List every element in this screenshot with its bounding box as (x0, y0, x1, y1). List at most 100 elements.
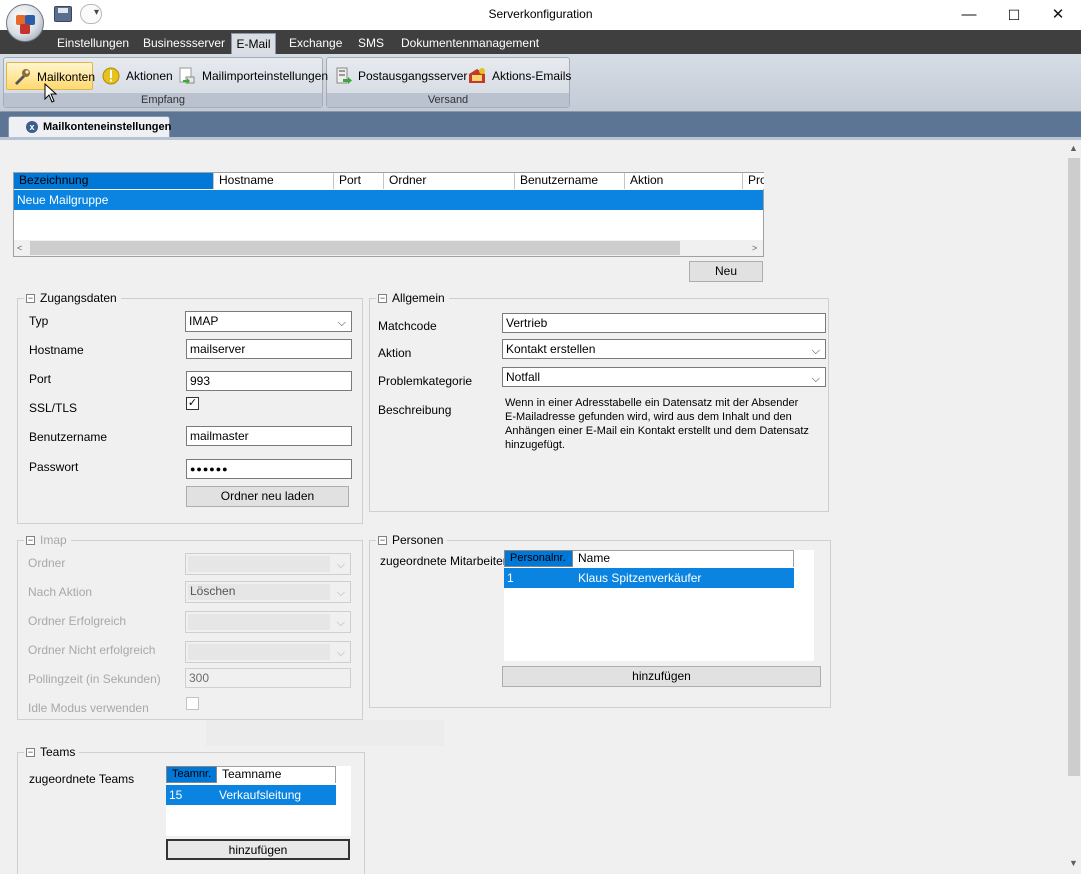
ordner-value (188, 556, 330, 572)
tab-dokumentenmanagement[interactable]: Dokumentenmanagement (401, 36, 539, 50)
vertical-scrollbar-thumb[interactable] (1068, 158, 1080, 776)
group-title-text: Personen (392, 533, 444, 547)
typ-select[interactable]: IMAP ⌵ (185, 311, 352, 332)
table-row[interactable]: Neue Mailgruppe (14, 190, 763, 210)
aktions-emails-button[interactable]: Aktions-Emails (462, 62, 572, 90)
tab-sms[interactable]: SMS (358, 36, 384, 50)
hostname-field[interactable]: mailserver (186, 339, 352, 359)
chevron-down-icon: ⌵ (336, 587, 345, 599)
column-header-benutzername[interactable]: Benutzername (515, 173, 625, 189)
pollingzeit-label: Pollingzeit (in Sekunden) (28, 672, 161, 686)
column-header-ordner[interactable]: Ordner (384, 173, 515, 189)
ordner-neu-laden-button[interactable]: Ordner neu laden (186, 486, 349, 507)
pollingzeit-field[interactable]: 300 (185, 668, 351, 688)
accounts-grid[interactable]: Bezeichnung Hostname Port Ordner Benutze… (13, 172, 764, 257)
problemkategorie-select[interactable]: Notfall ⌵ (502, 367, 826, 387)
column-header-hostname[interactable]: Hostname (214, 173, 334, 189)
teams-grid[interactable]: Teamnr. Teamname 15 Verkaufsleitung (166, 766, 351, 836)
ordner-label: Ordner (28, 556, 66, 570)
mailkonten-label: Mailkonten (37, 70, 96, 84)
aktions-emails-label: Aktions-Emails (492, 69, 572, 83)
teams-hinzufuegen-button[interactable]: hinzufügen (166, 839, 350, 860)
ssl-checkbox[interactable]: ✓ (186, 397, 199, 410)
mail-import-icon (179, 67, 195, 84)
ordner-select[interactable]: ⌵ (185, 553, 351, 575)
hostname-label: Hostname (29, 343, 84, 357)
collapse-icon[interactable]: − (26, 536, 35, 546)
app-logo-icon-part (20, 24, 30, 34)
group-title-allgemein[interactable]: − Allgemein (376, 291, 449, 305)
scroll-right-icon[interactable]: > (752, 243, 757, 253)
scroll-down-icon[interactable]: ▼ (1069, 858, 1078, 868)
scroll-up-icon[interactable]: ▲ (1069, 143, 1078, 153)
window-title: Serverkonfiguration (488, 7, 593, 21)
horizontal-scrollbar-thumb[interactable] (30, 241, 680, 255)
column-header-port[interactable]: Port (334, 173, 384, 189)
port-label: Port (29, 372, 52, 386)
aktionen-button[interactable]: Aktionen (96, 62, 173, 90)
aktion-select[interactable]: Kontakt erstellen ⌵ (502, 339, 826, 359)
mailimporteinstellungen-button[interactable]: Mailimporteinstellungen (172, 62, 328, 90)
mouse-cursor-icon (44, 83, 58, 103)
ordner-nicht-erfolgreich-value (188, 644, 330, 660)
idle-modus-checkbox[interactable] (186, 697, 199, 710)
group-title-imap[interactable]: − Imap (24, 533, 71, 547)
table-cell-bezeichnung: Neue Mailgruppe (17, 193, 109, 207)
column-header-teamname[interactable]: Teamname (217, 766, 336, 783)
ordner-erfolgreich-select[interactable]: ⌵ (185, 611, 351, 633)
column-header-problemkategorie[interactable]: Prol (743, 173, 764, 189)
benutzername-field[interactable]: mailmaster (186, 426, 352, 446)
close-button[interactable]: ✕ (1035, 0, 1081, 30)
new-account-button[interactable]: Neu (689, 261, 763, 282)
outgoing-server-icon (336, 67, 352, 84)
aktion-label: Aktion (378, 346, 412, 360)
group-title-zugangsdaten[interactable]: − Zugangsdaten (24, 291, 121, 305)
table-row[interactable]: 1 Klaus Spitzenverkäufer (504, 568, 794, 588)
personen-hinzufuegen-button[interactable]: hinzufügen (502, 666, 821, 687)
matchcode-label: Matchcode (378, 319, 437, 333)
postausgangsserver-label: Postausgangsserver (358, 69, 468, 83)
application-menu-orb[interactable] (6, 4, 44, 42)
column-header-name[interactable]: Name (573, 550, 794, 567)
passwort-field[interactable]: ●●●●●● (186, 459, 352, 479)
passwort-label: Passwort (29, 460, 79, 474)
mailimporteinstellungen-label: Mailimporteinstellungen (202, 69, 329, 83)
collapse-icon[interactable]: − (378, 294, 387, 304)
personen-grid[interactable]: Personalnr. Name 1 Klaus Spitzenverkäufe… (504, 550, 814, 661)
beschreibung-label: Beschreibung (378, 403, 452, 417)
scroll-left-icon[interactable]: < (17, 243, 22, 253)
beschreibung-line: hinzugefügt. (505, 439, 565, 451)
collapse-icon[interactable]: − (26, 294, 35, 304)
nach-aktion-select[interactable]: Löschen ⌵ (185, 581, 351, 603)
tab-close-icon[interactable]: x (26, 121, 38, 133)
column-header-bezeichnung[interactable]: Bezeichnung (14, 173, 214, 189)
problemkategorie-value: Notfall (506, 370, 541, 384)
ordner-erfolgreich-label: Ordner Erfolgreich (28, 614, 127, 628)
group-title-text: Teams (40, 745, 76, 759)
warning-icon (102, 67, 120, 85)
ordner-nicht-erfolgreich-select[interactable]: ⌵ (185, 641, 351, 663)
tab-businessserver[interactable]: Businessserver (143, 36, 225, 50)
ordner-erfolgreich-value (188, 614, 330, 630)
table-cell-personalnr: 1 (507, 571, 514, 585)
maximize-button[interactable]: ☐ (991, 0, 1037, 30)
table-row[interactable]: 15 Verkaufsleitung (166, 785, 336, 805)
collapse-icon[interactable]: − (378, 536, 387, 546)
minimize-button[interactable]: — (946, 0, 992, 30)
nach-aktion-value: Löschen (188, 584, 330, 600)
tab-einstellungen[interactable]: Einstellungen (57, 36, 129, 50)
matchcode-field[interactable]: Vertrieb (502, 313, 826, 333)
collapse-icon[interactable]: − (26, 748, 35, 758)
tab-email[interactable]: E-Mail (231, 33, 276, 55)
postausgangsserver-button[interactable]: Postausgangsserver (328, 62, 467, 90)
column-header-personalnr[interactable]: Personalnr. (504, 550, 573, 567)
tab-exchange[interactable]: Exchange (289, 36, 342, 50)
column-header-aktion[interactable]: Aktion (625, 173, 743, 189)
ssl-label: SSL/TLS (29, 401, 78, 415)
port-field[interactable]: 993 (186, 371, 352, 391)
beschreibung-line: Wenn in einer Adresstabelle ein Datensat… (505, 397, 799, 409)
group-title-personen[interactable]: − Personen (376, 533, 448, 547)
column-header-teamnr[interactable]: Teamnr. (166, 766, 217, 783)
group-title-text: Allgemein (392, 291, 445, 305)
group-title-teams[interactable]: − Teams (24, 745, 80, 759)
